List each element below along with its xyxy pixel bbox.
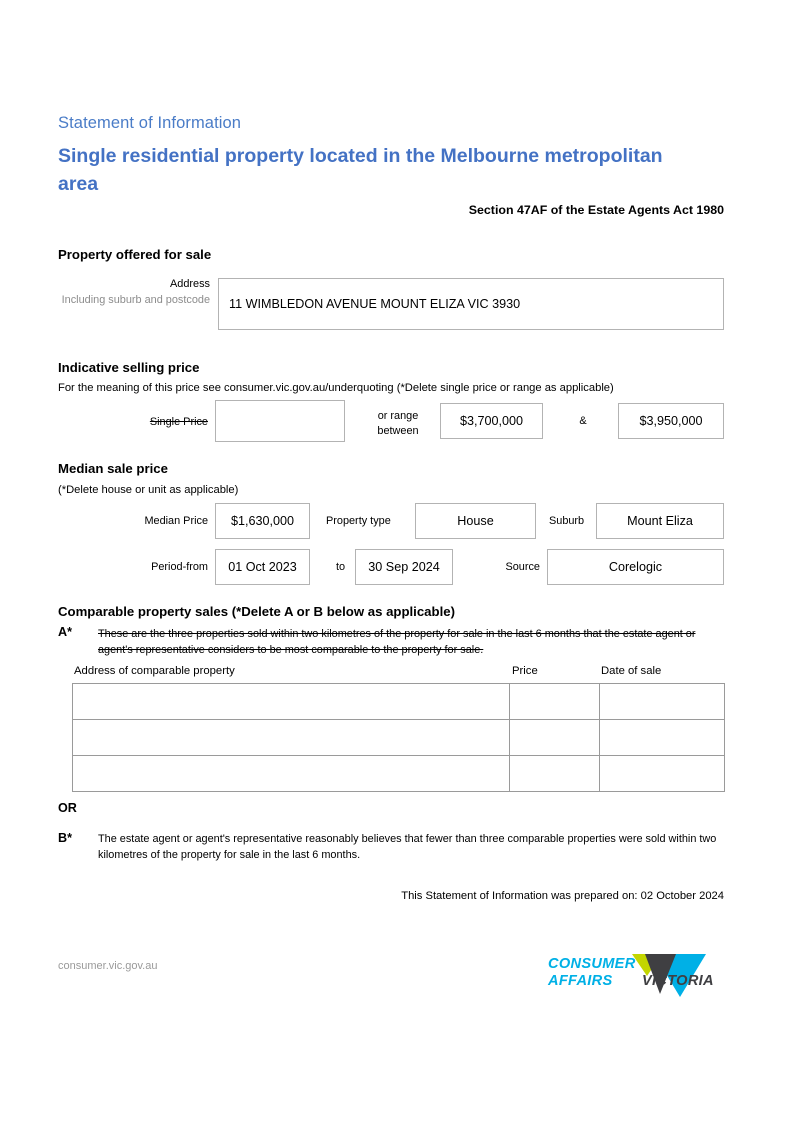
logo-line-consumer: CONSUMER [548,956,636,972]
consumer-affairs-victoria-logo: CONSUMER AFFAIRS VICTORIA [548,950,734,998]
suburb-input[interactable]: Mount Eliza [596,503,724,539]
table-header-date-of-sale: Date of sale [601,665,662,677]
section-heading-median-price: Median sale price [58,461,168,476]
address-value: 11 WIMBLEDON AVENUE MOUNT ELIZA VIC 3930 [229,297,521,311]
range-high-value: $3,950,000 [639,414,703,428]
period-to-connector: to [336,561,346,573]
table-row[interactable] [72,719,725,756]
address-label: Address [170,278,210,290]
suburb-label: Suburb [549,515,585,527]
section-heading-comparable-sales: Comparable property sales (*Delete A or … [58,604,455,619]
cell-date-of-sale[interactable] [599,683,725,720]
or-range-between-label: or range between [377,410,419,437]
period-from-value: 01 Oct 2023 [228,560,297,574]
section-heading-property-offered: Property offered for sale [58,247,212,262]
property-type-value: House [457,514,494,528]
document-page: Statement of Information Single resident… [0,0,800,1131]
option-or-separator: OR [58,801,77,815]
single-price-label: Single Price [149,416,208,428]
cell-price[interactable] [509,755,600,792]
act-reference: Section 47AF of the Estate Agents Act 19… [468,203,724,217]
prepared-on-statement: This Statement of Information was prepar… [401,890,724,902]
period-from-label: Period-from [151,561,208,573]
suburb-value: Mount Eliza [627,514,693,528]
table-row[interactable] [72,755,725,792]
single-price-input[interactable] [215,400,345,442]
source-value: Corelogic [608,560,663,574]
logo-text-victoria: VICTORIA [642,973,714,989]
range-low-value: $3,700,000 [459,414,524,428]
range-low-input[interactable]: $3,700,000 [440,403,543,439]
table-header-price: Price [512,665,538,677]
section-heading-indicative-price: Indicative selling price [58,360,200,375]
range-ampersand: & [579,415,587,427]
cell-address[interactable] [72,755,510,792]
option-a-marker: A* [58,625,72,639]
footer-website-url[interactable]: consumer.vic.gov.au [58,960,157,972]
page-title: Single residential property located in t… [58,145,663,195]
median-price-note: (*Delete house or unit as applicable) [58,484,239,496]
option-b-marker: B* [58,831,72,845]
document-eyebrow-title: Statement of Information [58,114,242,132]
cell-date-of-sale[interactable] [599,755,725,792]
range-high-input[interactable]: $3,950,000 [618,403,724,439]
logo-line-affairs: AFFAIRS [548,973,613,989]
period-from-input[interactable]: 01 Oct 2023 [215,549,310,585]
address-input[interactable]: 11 WIMBLEDON AVENUE MOUNT ELIZA VIC 3930 [218,278,724,330]
period-to-input[interactable]: 30 Sep 2024 [355,549,453,585]
median-price-input[interactable]: $1,630,000 [215,503,310,539]
cell-price[interactable] [509,683,600,720]
median-price-label: Median Price [144,515,208,527]
cell-date-of-sale[interactable] [599,719,725,756]
indicative-price-note: For the meaning of this price see consum… [58,382,614,394]
option-b-text: The estate agent or agent's representati… [98,833,717,862]
table-header-address: Address of comparable property [74,665,235,677]
cell-address[interactable] [72,683,510,720]
comparable-sales-table [72,683,725,792]
median-price-value: $1,630,000 [230,514,295,528]
source-label: Source [505,561,540,573]
cell-price[interactable] [509,719,600,756]
address-sublabel: Including suburb and postcode [61,294,210,306]
cell-address[interactable] [72,719,510,756]
table-row[interactable] [72,683,725,720]
source-input[interactable]: Corelogic [547,549,724,585]
property-type-label: Property type [326,515,391,527]
logo-text-consumer-affairs: CONSUMER AFFAIRS [548,956,636,990]
period-to-value: 30 Sep 2024 [368,560,440,574]
option-a-text: These are the three properties sold with… [98,628,696,657]
property-type-input[interactable]: House [415,503,536,539]
